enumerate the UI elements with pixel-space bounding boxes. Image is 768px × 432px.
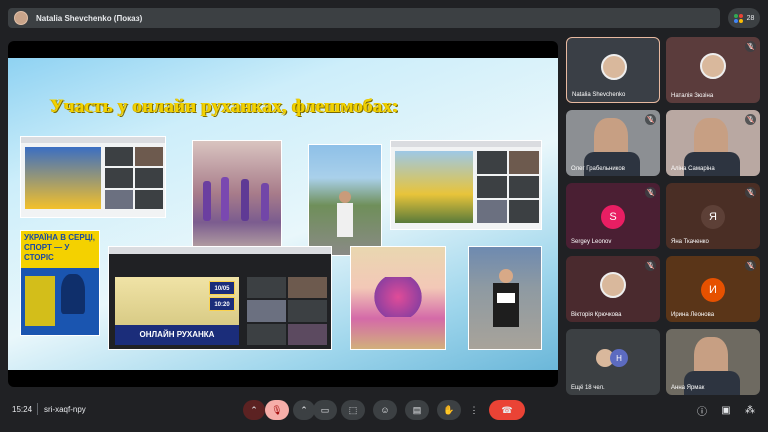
divider	[37, 403, 38, 415]
present-screen-icon: ⬚	[348, 404, 358, 415]
presenter-bar: Natalia Shevchenko (Показ)	[8, 8, 720, 28]
reactions-button[interactable]: ☺	[373, 400, 397, 420]
promo-time: 10:20	[209, 297, 235, 311]
mic-off-icon: 🎙	[745, 114, 756, 125]
participant-avatar: Я	[701, 205, 725, 229]
participant-avatar: S	[601, 205, 625, 229]
participant-name: Аліна Самаріна	[671, 166, 715, 172]
participant-video-body	[684, 371, 740, 395]
participant-name: Ещё 18 чел.	[571, 385, 605, 391]
more-vert-icon: ⋮	[469, 404, 479, 415]
participant-tile[interactable]: Natalia Shevchenko	[566, 37, 660, 103]
participant-tile[interactable]: И Ирина Леонова 🎙	[666, 256, 760, 322]
slide-photo-girl	[468, 246, 542, 350]
participant-name: Наталія Зюзіна	[671, 93, 714, 99]
info-icon: ⓘ	[697, 406, 707, 418]
promo-date: 10/05	[209, 281, 235, 295]
raise-hand-button[interactable]: ✋	[437, 400, 461, 420]
video-options-button[interactable]: ⌃	[293, 400, 315, 420]
leave-call-button[interactable]: ☎	[489, 400, 525, 420]
presenter-title: Natalia Shevchenko (Показ)	[36, 13, 143, 23]
slide-meet-screenshot-large: ОНЛАЙН РУХАНКА 10/05 10:20	[108, 246, 332, 350]
captions-icon: ▤	[412, 404, 422, 415]
slide-meet-screenshot-2	[390, 140, 542, 230]
participant-tile[interactable]: Анна Ярмак	[666, 329, 760, 395]
participant-avatar	[700, 53, 726, 79]
promo-text: ОНЛАЙН РУХАНКА	[115, 325, 239, 345]
participant-name: Анна Ярмак	[671, 385, 705, 391]
participants-icon	[733, 13, 743, 23]
participant-name: Sergey Leonov	[571, 239, 612, 245]
shared-screen: Участь у онлайн руханках, флешмобах: УКР…	[8, 41, 558, 387]
participant-tile[interactable]: H Ещё 18 чел.	[566, 329, 660, 395]
video-camera-icon: ▭	[320, 404, 330, 415]
participant-avatar: И	[701, 278, 725, 302]
poster-text: УКРАЇНА В СЕРЦІ, СПОРТ — У СТОРІС	[21, 231, 99, 269]
presenter-avatar	[14, 11, 28, 25]
participant-tile[interactable]: Олег Грабельников 🎙	[566, 110, 660, 176]
mic-off-icon: 🎙	[745, 260, 756, 271]
participant-name: Олег Грабельников	[571, 166, 625, 172]
participant-avatar: H	[610, 349, 628, 367]
mic-off-icon: 🎙	[645, 187, 656, 198]
mic-off-icon: 🎙	[745, 187, 756, 198]
slide-photo-outdoor	[308, 144, 382, 256]
camera-toggle-button[interactable]: ▭	[313, 400, 337, 420]
present-button[interactable]: ⬚	[341, 400, 365, 420]
participant-name: Natalia Shevchenko	[572, 92, 626, 98]
participant-tile[interactable]: Аліна Самаріна 🎙	[666, 110, 760, 176]
slide-meet-screenshot-1	[20, 136, 166, 218]
meeting-details-button[interactable]: ⓘ	[694, 402, 710, 418]
participant-name: Ирина Леонова	[671, 312, 715, 318]
participants-count: 28	[746, 14, 755, 22]
presentation-slide: Участь у онлайн руханках, флешмобах: УКР…	[8, 58, 558, 370]
participant-video-body	[584, 152, 640, 176]
mic-off-icon: 🎙	[645, 260, 656, 271]
participant-tile[interactable]: Наталія Зюзіна 🎙	[666, 37, 760, 103]
meeting-code: sri-xaqf-npy	[44, 405, 86, 414]
audio-options-button[interactable]: ⌃	[243, 400, 265, 420]
activities-icon: ⁂	[745, 404, 755, 416]
participant-name: Яна Ткаченко	[671, 239, 709, 245]
captions-button[interactable]: ▤	[405, 400, 429, 420]
participant-video-body	[684, 152, 740, 176]
meeting-controls-bar: 15:24 sri-xaqf-npy ⌃ 🎙 ⌃ ▭ ⬚ ☺ ▤ ✋ ⋮ ☎ ⓘ…	[0, 395, 768, 432]
more-options-button[interactable]: ⋮	[467, 400, 481, 420]
slide-photo-dancers	[192, 140, 282, 258]
hand-icon: ✋	[443, 404, 455, 415]
microphone-toggle-button[interactable]: 🎙	[265, 400, 289, 420]
slide-photo-gymnasts	[350, 246, 446, 350]
slide-title: Участь у онлайн руханках, флешмобах:	[50, 96, 399, 117]
participant-avatar	[601, 54, 627, 80]
chat-icon: ▣	[721, 404, 731, 416]
mic-off-icon: 🎙	[645, 114, 656, 125]
emoji-icon: ☺	[380, 405, 390, 415]
participant-tile[interactable]: Вікторія Крючкова 🎙	[566, 256, 660, 322]
participant-tile[interactable]: S Sergey Leonov 🎙	[566, 183, 660, 249]
mic-off-icon: 🎙	[271, 404, 283, 415]
chevron-up-icon: ⌃	[250, 404, 258, 415]
slide-poster: УКРАЇНА В СЕРЦІ, СПОРТ — У СТОРІС	[20, 230, 100, 336]
participant-tile[interactable]: Я Яна Ткаченко 🎙	[666, 183, 760, 249]
chevron-up-icon: ⌃	[300, 404, 308, 415]
chat-button[interactable]: ▣	[718, 402, 734, 418]
mic-off-icon: 🎙	[745, 41, 756, 52]
activities-button[interactable]: ⁂	[742, 402, 758, 418]
hang-up-icon: ☎	[501, 404, 513, 415]
participant-name: Вікторія Крючкова	[571, 312, 622, 318]
meeting-time: 15:24	[12, 405, 33, 414]
participants-button[interactable]: 28	[728, 8, 760, 28]
participant-avatar	[600, 272, 626, 298]
